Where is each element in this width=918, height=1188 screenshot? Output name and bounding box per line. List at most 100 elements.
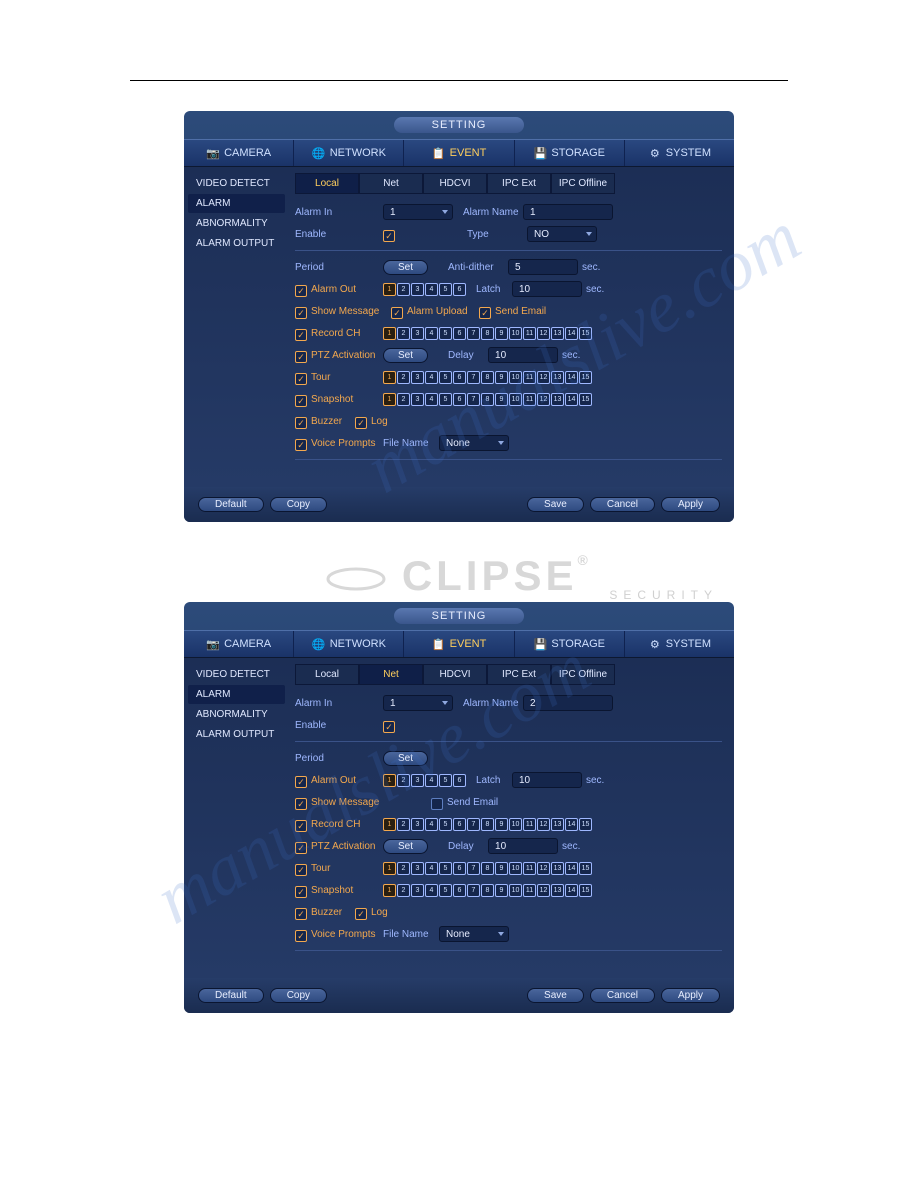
record-ch-label: Record CH (311, 328, 383, 339)
snapshot-checkbox-2[interactable] (295, 886, 307, 898)
apply-button[interactable]: Apply (661, 497, 720, 512)
ptz-activation-checkbox[interactable] (295, 351, 307, 363)
type-select[interactable]: NO (527, 226, 597, 242)
latch-input-2[interactable]: 10 (512, 772, 582, 788)
alarm-out-checkbox-2[interactable] (295, 776, 307, 788)
alarm-out-channels[interactable]: 123456 (383, 283, 466, 296)
alarm-upload-checkbox[interactable] (391, 307, 403, 319)
ptz-set-button[interactable]: Set (383, 348, 428, 363)
sidebar-video-detect[interactable]: VIDEO DETECT (188, 174, 285, 193)
topnav-system-2[interactable]: ⚙SYSTEM (625, 631, 734, 657)
subtab-local[interactable]: Local (295, 173, 359, 194)
copy-button[interactable]: Copy (270, 497, 327, 512)
cancel-button-2[interactable]: Cancel (590, 988, 655, 1003)
voice-prompts-checkbox[interactable] (295, 439, 307, 451)
subtab-hdcvi[interactable]: HDCVI (423, 173, 487, 194)
snapshot-channels-2[interactable]: 123456789101112131415 (383, 884, 592, 897)
send-email-label: Send Email (495, 306, 583, 317)
tour-channels-2[interactable]: 123456789101112131415 (383, 862, 592, 875)
buzzer-label: Buzzer (311, 416, 355, 427)
sidebar-alarm-output-2[interactable]: ALARM OUTPUT (188, 725, 285, 744)
snapshot-channels[interactable]: 123456789101112131415 (383, 393, 592, 406)
alarm-out-channels-2[interactable]: 123456 (383, 774, 466, 787)
record-channels[interactable]: 123456789101112131415 (383, 327, 592, 340)
snapshot-checkbox[interactable] (295, 395, 307, 407)
log-checkbox[interactable] (355, 417, 367, 429)
subtab-ipc-ext[interactable]: IPC Ext (487, 173, 551, 194)
subtab-local-2[interactable]: Local (295, 664, 359, 685)
topnav-event[interactable]: 📋EVENT (404, 140, 514, 166)
enable-checkbox[interactable] (383, 230, 395, 242)
sidebar-abnormality[interactable]: ABNORMALITY (188, 214, 285, 233)
sidebar-abnormality-2[interactable]: ABNORMALITY (188, 705, 285, 724)
file-name-select[interactable]: None (439, 435, 509, 451)
alarm-in-select-2[interactable]: 1 (383, 695, 453, 711)
alarm-out-label-2: Alarm Out (311, 775, 383, 786)
file-name-select-2[interactable]: None (439, 926, 509, 942)
event-icon: 📋 (432, 638, 446, 650)
sidebar-alarm[interactable]: ALARM (188, 194, 285, 213)
window-title-2: SETTING (394, 608, 524, 624)
subtab-net-2[interactable]: Net (359, 664, 423, 685)
latch-input[interactable]: 10 (512, 281, 582, 297)
record-ch-checkbox-2[interactable] (295, 820, 307, 832)
tour-checkbox-2[interactable] (295, 864, 307, 876)
copy-button-2[interactable]: Copy (270, 988, 327, 1003)
cancel-button[interactable]: Cancel (590, 497, 655, 512)
subtab-ipc-ext-2[interactable]: IPC Ext (487, 664, 551, 685)
delay-input[interactable]: 10 (488, 347, 558, 363)
top-nav-2: 📷CAMERA 🌐NETWORK 📋EVENT 💾STORAGE ⚙SYSTEM (184, 630, 734, 658)
buzzer-checkbox-2[interactable] (295, 908, 307, 920)
alarm-out-checkbox[interactable] (295, 285, 307, 297)
topnav-storage-2[interactable]: 💾STORAGE (515, 631, 625, 657)
apply-button-2[interactable]: Apply (661, 988, 720, 1003)
period-set-button[interactable]: Set (383, 260, 428, 275)
delay-input-2[interactable]: 10 (488, 838, 558, 854)
show-message-checkbox-2[interactable] (295, 798, 307, 810)
sidebar-alarm-2[interactable]: ALARM (188, 685, 285, 704)
topnav-storage[interactable]: 💾STORAGE (515, 140, 625, 166)
default-button-2[interactable]: Default (198, 988, 264, 1003)
save-button-2[interactable]: Save (527, 988, 584, 1003)
record-channels-2[interactable]: 123456789101112131415 (383, 818, 592, 831)
topnav-network[interactable]: 🌐NETWORK (294, 140, 404, 166)
subtab-ipc-offline[interactable]: IPC Offline (551, 173, 615, 194)
show-message-checkbox[interactable] (295, 307, 307, 319)
topnav-network-2[interactable]: 🌐NETWORK (294, 631, 404, 657)
alarm-name-input-2[interactable]: 2 (523, 695, 613, 711)
ptz-activation-label-2: PTZ Activation (311, 841, 383, 852)
subtab-net[interactable]: Net (359, 173, 423, 194)
default-button[interactable]: Default (198, 497, 264, 512)
voice-prompts-checkbox-2[interactable] (295, 930, 307, 942)
period-set-button-2[interactable]: Set (383, 751, 428, 766)
buzzer-checkbox[interactable] (295, 417, 307, 429)
save-button[interactable]: Save (527, 497, 584, 512)
log-checkbox-2[interactable] (355, 908, 367, 920)
alarm-in-label: Alarm In (295, 207, 383, 218)
period-label: Period (295, 262, 383, 273)
enable-label-2: Enable (295, 720, 383, 731)
send-email-checkbox[interactable] (479, 307, 491, 319)
sec-label-2: sec. (586, 284, 604, 295)
sidebar-video-detect-2[interactable]: VIDEO DETECT (188, 665, 285, 684)
anti-dither-input[interactable]: 5 (508, 259, 578, 275)
topnav-event-2[interactable]: 📋EVENT (404, 631, 514, 657)
delay-label: Delay (448, 350, 488, 361)
send-email-checkbox-2[interactable] (431, 798, 443, 810)
topnav-camera-2[interactable]: 📷CAMERA (184, 631, 294, 657)
ptz-activation-label: PTZ Activation (311, 350, 383, 361)
ptz-set-button-2[interactable]: Set (383, 839, 428, 854)
topnav-system[interactable]: ⚙SYSTEM (625, 140, 734, 166)
topnav-camera[interactable]: 📷CAMERA (184, 140, 294, 166)
record-ch-checkbox[interactable] (295, 329, 307, 341)
alarm-name-input[interactable]: 1 (523, 204, 613, 220)
sidebar-alarm-output[interactable]: ALARM OUTPUT (188, 234, 285, 253)
tour-channels[interactable]: 123456789101112131415 (383, 371, 592, 384)
subtab-hdcvi-2[interactable]: HDCVI (423, 664, 487, 685)
subtab-ipc-offline-2[interactable]: IPC Offline (551, 664, 615, 685)
ptz-activation-checkbox-2[interactable] (295, 842, 307, 854)
latch-label-2: Latch (476, 775, 512, 786)
tour-checkbox[interactable] (295, 373, 307, 385)
alarm-in-select[interactable]: 1 (383, 204, 453, 220)
enable-checkbox-2[interactable] (383, 721, 395, 733)
